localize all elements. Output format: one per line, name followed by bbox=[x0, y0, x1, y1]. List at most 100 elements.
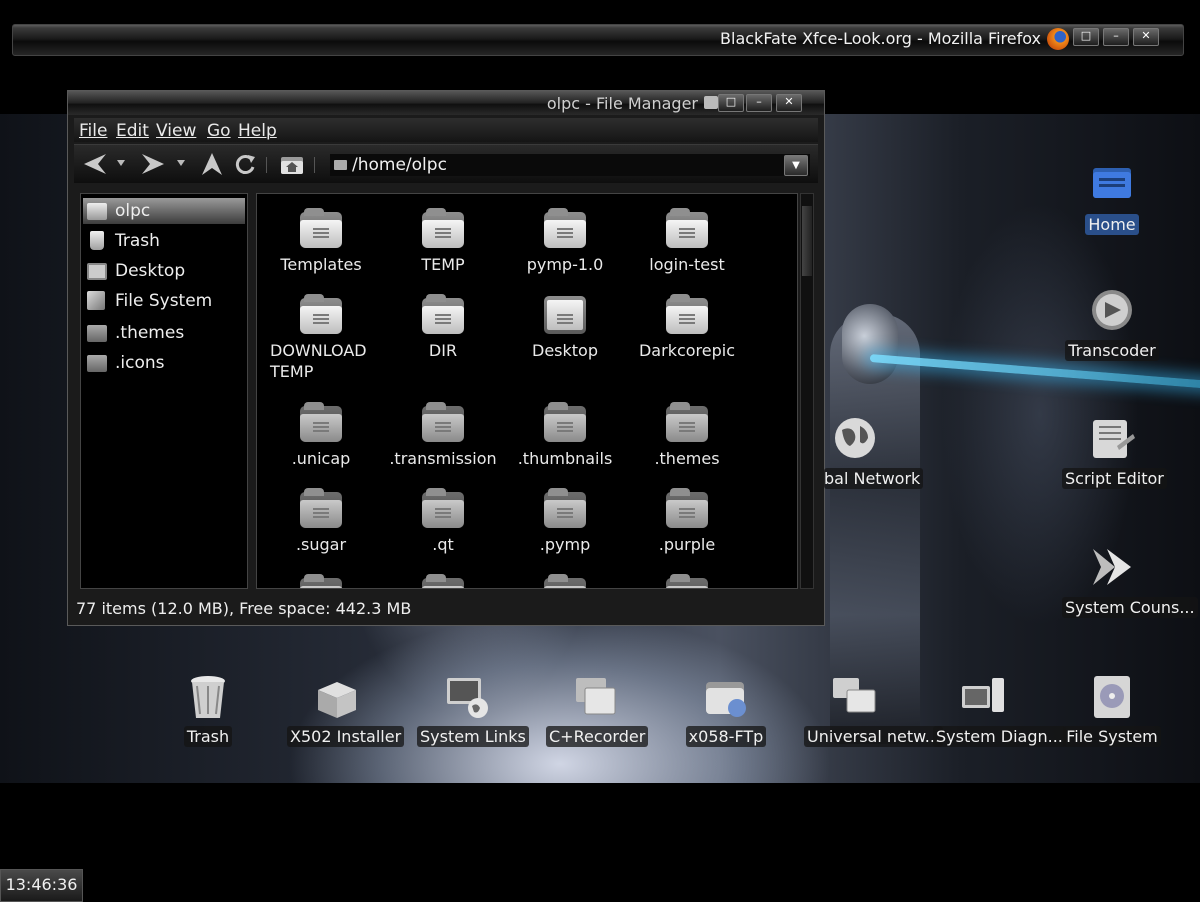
file-item-label: DIR bbox=[428, 341, 458, 360]
file-item[interactable]: .themes bbox=[626, 402, 748, 469]
forward-arrow-icon[interactable] bbox=[140, 152, 166, 176]
file-manager-titlebar[interactable]: olpc - File Manager □ – ✕ bbox=[68, 91, 824, 115]
desktop-icon-system-diagnostics[interactable]: System Diagn... bbox=[933, 674, 1066, 747]
vertical-scrollbar[interactable] bbox=[800, 193, 814, 589]
folder-icon bbox=[422, 208, 464, 248]
double-chevron-icon bbox=[1089, 545, 1135, 591]
file-icon-view[interactable]: Templates TEMP pymp-1.0 login-test DOWNL… bbox=[256, 193, 798, 589]
firefox-restore-button[interactable]: □ bbox=[1073, 28, 1099, 46]
desktop-icon-trash[interactable]: Trash bbox=[158, 674, 258, 747]
file-item[interactable]: Desktop bbox=[504, 294, 626, 361]
network-computers-icon bbox=[831, 674, 877, 720]
file-item[interactable]: .pymp bbox=[504, 488, 626, 555]
refresh-icon[interactable] bbox=[234, 153, 256, 175]
shortcuts-sidebar: olpc Trash Desktop File System .themes .… bbox=[80, 193, 248, 589]
fm-restore-button[interactable]: □ bbox=[718, 94, 744, 112]
toolbar-separator bbox=[266, 157, 267, 173]
file-item[interactable]: .qt bbox=[382, 488, 504, 555]
sidebar-item-trash[interactable]: Trash bbox=[83, 228, 245, 254]
forward-history-chevron-down-icon[interactable] bbox=[176, 159, 186, 167]
file-item-label: .qt bbox=[432, 535, 454, 554]
menu-file[interactable]: File bbox=[79, 121, 107, 141]
menu-view[interactable]: View bbox=[156, 121, 196, 141]
file-item-label: Darkcorepic bbox=[638, 341, 736, 360]
desktop-icon-label: bal Network bbox=[824, 468, 924, 489]
file-item-partial[interactable] bbox=[382, 574, 504, 588]
desktop-icon-system-links[interactable]: System Links bbox=[417, 674, 529, 747]
folder-icon bbox=[422, 574, 464, 588]
file-item[interactable]: pymp-1.0 bbox=[504, 208, 626, 275]
file-item-partial[interactable] bbox=[260, 574, 382, 588]
file-item[interactable]: .thumbnails bbox=[504, 402, 626, 469]
folder-icon bbox=[666, 294, 708, 334]
home-folder-icon[interactable] bbox=[280, 153, 304, 175]
menu-help[interactable]: Help bbox=[238, 121, 277, 141]
toolbar-separator bbox=[314, 157, 315, 173]
desktop-icon-script-editor[interactable]: Script Editor bbox=[1062, 416, 1167, 489]
folder-icon bbox=[422, 488, 464, 528]
sidebar-item-label: .icons bbox=[115, 353, 165, 373]
file-item[interactable]: Darkcorepic bbox=[626, 294, 748, 361]
folder-icon bbox=[666, 574, 708, 588]
desktop-icon-label: File System bbox=[1063, 726, 1161, 747]
file-item[interactable]: DOWNLOAD TEMP bbox=[260, 294, 382, 382]
desktop-icon-transcoder[interactable]: Transcoder bbox=[1062, 288, 1162, 361]
desktop-icon-x058-ftp[interactable]: x058-FTp bbox=[676, 674, 776, 747]
folder-icon bbox=[300, 402, 342, 442]
file-item-partial[interactable] bbox=[626, 574, 748, 588]
firefox-icon bbox=[1047, 28, 1069, 50]
firefox-minimize-button[interactable]: – bbox=[1103, 28, 1129, 46]
file-item[interactable]: .unicap bbox=[260, 402, 382, 469]
location-bar[interactable]: /home/olpc ▼ bbox=[330, 154, 810, 176]
desktop-icon-c-recorder[interactable]: C+Recorder bbox=[546, 674, 649, 747]
fm-minimize-button[interactable]: – bbox=[746, 94, 772, 112]
panel-clock[interactable]: 13:46:36 bbox=[0, 869, 83, 902]
desktop-icon-label: Script Editor bbox=[1062, 468, 1167, 489]
sidebar-item-desktop[interactable]: Desktop bbox=[83, 258, 245, 284]
sidebar-item-label: Trash bbox=[115, 231, 160, 251]
sidebar-item-file-system[interactable]: File System bbox=[83, 288, 245, 314]
sidebar-item-olpc[interactable]: olpc bbox=[83, 198, 245, 224]
file-item[interactable]: Templates bbox=[260, 208, 382, 275]
sidebar-item-themes[interactable]: .themes bbox=[83, 320, 245, 346]
desktop-icon-file-system[interactable]: File System bbox=[1062, 674, 1162, 747]
file-item-label: .unicap bbox=[291, 449, 351, 468]
folder-icon bbox=[544, 488, 586, 528]
package-box-icon bbox=[314, 674, 360, 720]
file-item[interactable]: TEMP bbox=[382, 208, 504, 275]
menu-go[interactable]: Go bbox=[207, 121, 231, 141]
fm-close-button[interactable]: ✕ bbox=[776, 94, 802, 112]
firefox-window-title: BlackFate Xfce-Look.org - Mozilla Firefo… bbox=[720, 29, 1041, 48]
toolbar: /home/olpc ▼ bbox=[74, 144, 818, 183]
play-disc-icon bbox=[1089, 288, 1135, 334]
folder-icon bbox=[300, 574, 342, 588]
desktop-folder-icon bbox=[544, 294, 586, 334]
folder-icon bbox=[87, 355, 107, 372]
file-item[interactable]: .purple bbox=[626, 488, 748, 555]
location-dropdown-chevron-down-icon[interactable]: ▼ bbox=[784, 155, 808, 176]
file-item-label: Desktop bbox=[532, 341, 598, 360]
file-item[interactable]: .sugar bbox=[260, 488, 382, 555]
file-item[interactable]: login-test bbox=[626, 208, 748, 275]
trash-icon bbox=[90, 231, 104, 250]
sidebar-item-icons[interactable]: .icons bbox=[83, 350, 245, 376]
firefox-titlebar[interactable]: BlackFate Xfce-Look.org - Mozilla Firefo… bbox=[12, 24, 1184, 56]
file-item-partial[interactable] bbox=[504, 574, 626, 588]
desktop-icon-system-counsel[interactable]: System Couns... bbox=[1062, 545, 1198, 618]
file-item[interactable]: DIR bbox=[382, 294, 504, 361]
firefox-close-button[interactable]: ✕ bbox=[1133, 28, 1159, 46]
menu-edit[interactable]: Edit bbox=[116, 121, 149, 141]
filesystem-icon bbox=[87, 291, 105, 310]
folder-icon bbox=[666, 402, 708, 442]
scrollbar-thumb[interactable] bbox=[802, 206, 812, 276]
home-folder-icon bbox=[1089, 162, 1135, 208]
file-item[interactable]: .transmission bbox=[382, 402, 504, 469]
desktop-icon-global-network[interactable]: bal Network bbox=[824, 416, 924, 489]
desktop-icon-universal-network[interactable]: Universal netw... bbox=[804, 674, 943, 747]
folder-icon bbox=[422, 294, 464, 334]
back-arrow-icon[interactable] bbox=[82, 152, 108, 176]
desktop-icon-home[interactable]: Home bbox=[1062, 162, 1162, 235]
up-arrow-icon[interactable] bbox=[200, 151, 224, 177]
desktop-icon-x502-installer[interactable]: X502 Installer bbox=[287, 674, 405, 747]
back-history-chevron-down-icon[interactable] bbox=[116, 159, 126, 167]
